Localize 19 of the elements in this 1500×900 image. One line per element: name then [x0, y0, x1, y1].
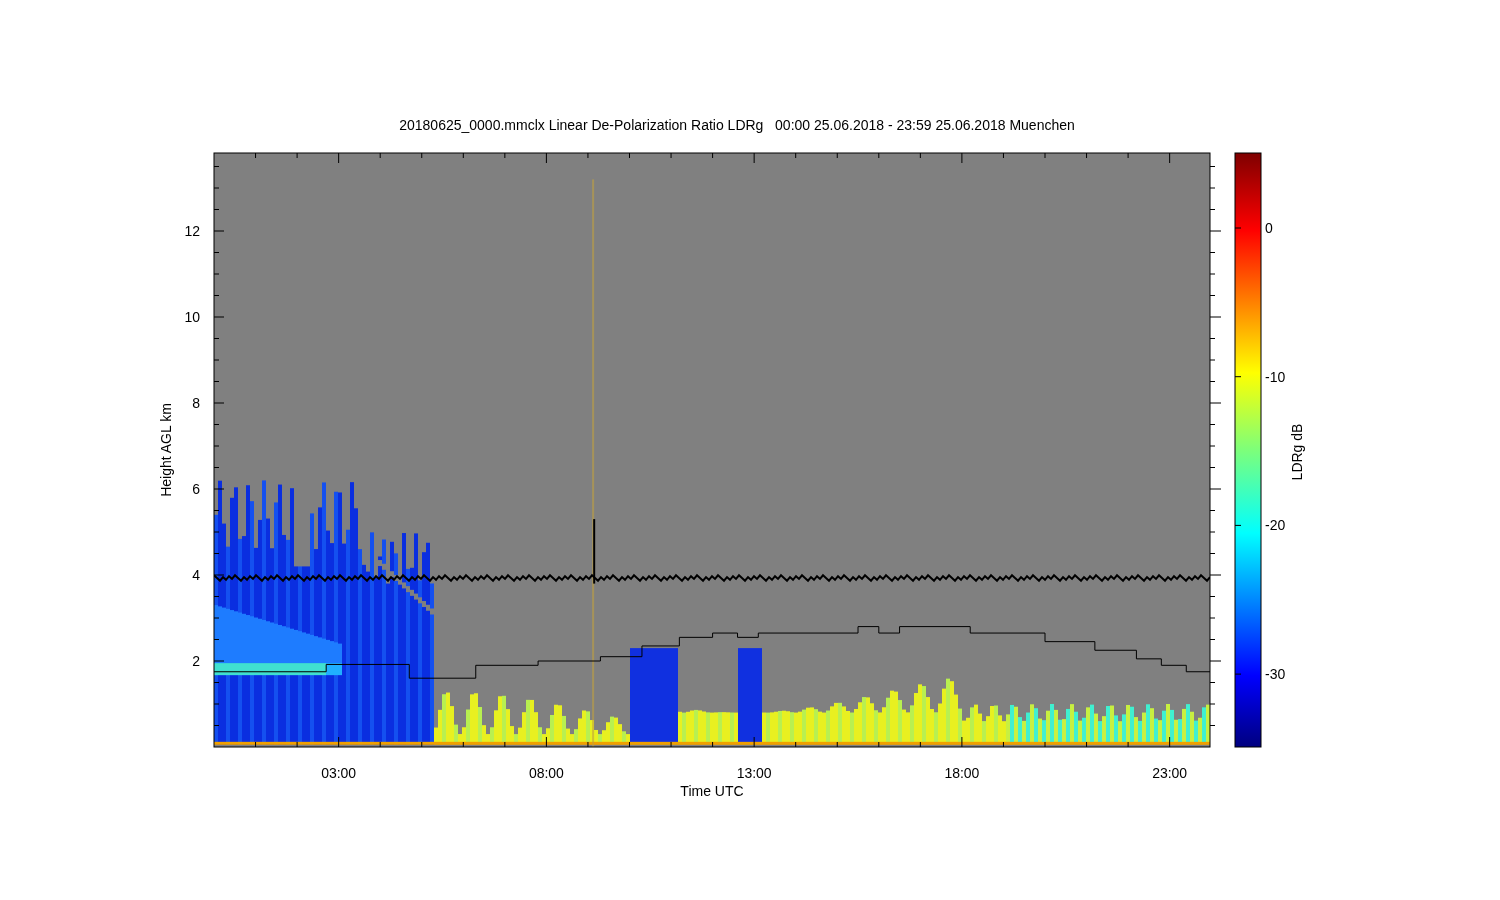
x-tick-label: 23:00 — [1152, 765, 1188, 781]
y-tick-label: 12 — [184, 223, 200, 239]
x-tick-label: 13:00 — [736, 765, 772, 781]
y-tick-label: 8 — [192, 395, 200, 411]
colorbar-tick-label: -20 — [1265, 517, 1286, 534]
y-tick-label: 2 — [192, 653, 200, 669]
colorbar-tick-label: -30 — [1265, 666, 1286, 683]
y-tick-label: 6 — [192, 481, 200, 497]
chart-title: 20180625_0000.mmclx Linear De-Polarization Ratio LDRg 00:00 25.06.2018 - 23:59 25.06.2018 Muenchen — [399, 117, 1075, 133]
colorbar-label: LDRg dB — [1289, 423, 1305, 481]
y-tick-label: 4 — [192, 567, 200, 583]
y-axis-label: Height AGL km — [158, 403, 174, 497]
y-tick-label: 10 — [184, 309, 200, 325]
x-tick-label: 03:00 — [321, 765, 357, 781]
x-tick-label: 18:00 — [944, 765, 980, 781]
x-tick-label: 08:00 — [528, 765, 564, 781]
colorbar-tick-label: -10 — [1265, 368, 1286, 385]
colorbar-tick-label: 0 — [1265, 220, 1273, 236]
x-axis-label: Time UTC — [680, 783, 744, 799]
